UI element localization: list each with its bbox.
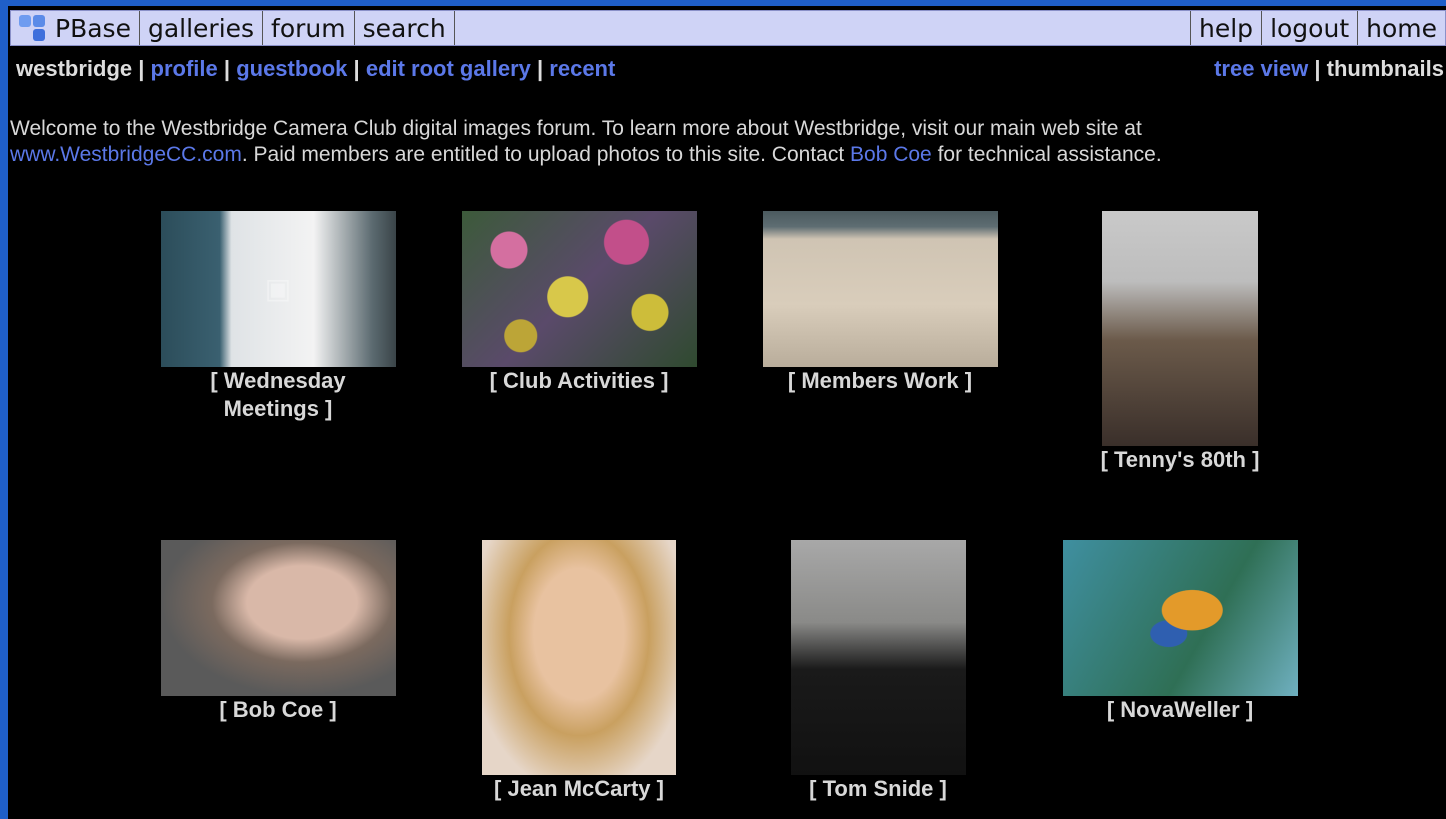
nav-spacer xyxy=(455,11,1192,45)
gallery-caption[interactable]: [ Wednesday Meetings ] xyxy=(193,367,363,423)
thumbnails-current: thumbnails xyxy=(1326,56,1444,81)
top-nav-bar: PBase galleries forum search help logout… xyxy=(10,10,1446,46)
gallery-thumbnail[interactable] xyxy=(160,540,396,696)
gallery-thumbnail[interactable] xyxy=(1102,211,1258,446)
gallery-thumbnail[interactable] xyxy=(461,211,697,367)
gallery-caption[interactable]: [ Members Work ] xyxy=(762,367,998,395)
edit-root-gallery-link[interactable]: edit root gallery xyxy=(366,56,531,81)
nav-search[interactable]: search xyxy=(355,11,455,45)
guestbook-link[interactable]: guestbook xyxy=(236,56,347,81)
page-frame: PBase galleries forum search help logout… xyxy=(8,6,1446,819)
gallery-caption[interactable]: [ Club Activities ] xyxy=(461,367,697,395)
nav-logout[interactable]: logout xyxy=(1262,11,1359,45)
gallery-thumbnail[interactable] xyxy=(762,211,998,367)
gallery-caption[interactable]: [ Bob Coe ] xyxy=(160,696,396,724)
nav-forum[interactable]: forum xyxy=(263,11,355,45)
welcome-line-2: . Paid members are entitled to upload ph… xyxy=(241,143,851,166)
gallery-caption[interactable]: [ Tom Snide ] xyxy=(780,775,976,803)
gallery-caption[interactable]: [ NovaWeller ] xyxy=(1062,696,1298,724)
recent-link[interactable]: recent xyxy=(549,56,615,81)
nav-help[interactable]: help xyxy=(1191,11,1263,45)
welcome-text: Welcome to the Westbridge Camera Club di… xyxy=(10,116,1430,168)
gallery-tile: [ Bob Coe ] xyxy=(160,540,396,724)
gallery-tile: ▣ [ Wednesday Meetings ] xyxy=(160,211,396,423)
gallery-caption[interactable]: [ Tenny's 80th ] xyxy=(1082,446,1278,474)
gallery-thumbnail[interactable]: ▣ xyxy=(160,211,396,367)
nav-pbase[interactable]: PBase xyxy=(11,11,140,45)
gallery-tile: [ Tom Snide ] xyxy=(780,540,976,803)
pbase-logo-icon xyxy=(19,13,49,43)
nav-home[interactable]: home xyxy=(1358,11,1445,45)
gallery-caption[interactable]: [ Jean McCarty ] xyxy=(471,775,687,803)
gallery-tile: [ Tenny's 80th ] xyxy=(1082,211,1278,474)
gallery-tile: [ NovaWeller ] xyxy=(1062,540,1298,724)
gallery-thumbnail[interactable] xyxy=(790,540,966,775)
bob-coe-contact-link[interactable]: Bob Coe xyxy=(850,143,932,166)
nav-pbase-label: PBase xyxy=(55,13,131,43)
current-user: westbridge xyxy=(16,56,133,81)
welcome-line-2-end: for technical assistance. xyxy=(931,143,1162,166)
gallery-tile: [ Members Work ] xyxy=(762,211,998,395)
gallery-subnav: westbridge | profile | guestbook | edit … xyxy=(16,56,1444,81)
gallery-thumbnail[interactable] xyxy=(482,540,676,775)
photo-icon: ▣ xyxy=(264,272,292,305)
gallery-tile: [ Jean McCarty ] xyxy=(471,540,687,803)
gallery-thumbnail[interactable] xyxy=(1062,540,1298,696)
tree-view-link[interactable]: tree view xyxy=(1214,56,1308,81)
nav-galleries[interactable]: galleries xyxy=(140,11,264,45)
gallery-tile: [ Club Activities ] xyxy=(461,211,697,395)
profile-link[interactable]: profile xyxy=(151,56,218,81)
westbridge-site-link[interactable]: www.WestbridgeCC.com xyxy=(10,143,242,166)
welcome-line-1: Welcome to the Westbridge Camera Club di… xyxy=(10,117,1142,140)
